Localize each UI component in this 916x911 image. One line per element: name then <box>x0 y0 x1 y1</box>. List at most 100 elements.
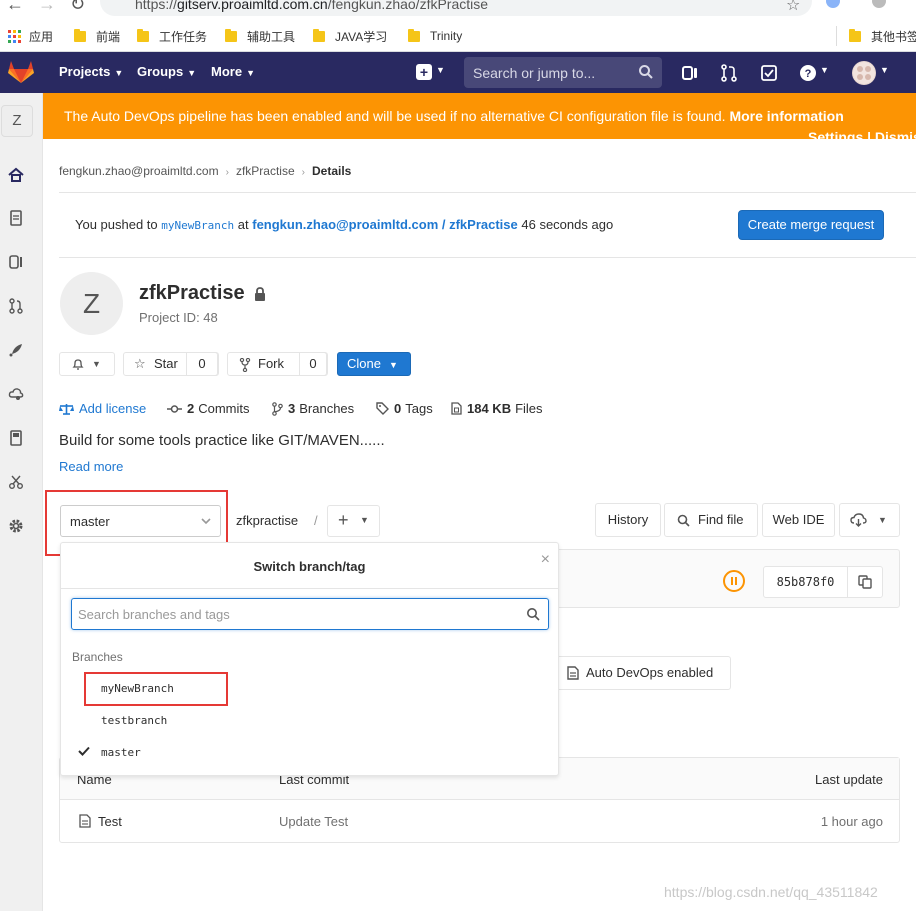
banner-settings-dismiss[interactable]: Settings | Dismiss <box>808 129 916 139</box>
browser-address-row: ← → ↻ https://gitserv.proaimltd.com.cn/f… <box>0 0 916 20</box>
tag-icon <box>376 402 389 415</box>
files-size-link[interactable]: 184 KB Files <box>451 401 543 416</box>
path-separator: / <box>314 513 318 528</box>
star-count[interactable]: 0 <box>186 352 218 376</box>
add-license-link[interactable]: Add license <box>59 401 146 416</box>
cloud-gear-icon[interactable] <box>8 386 24 402</box>
help-question-icon[interactable]: ? <box>799 64 817 82</box>
clone-button[interactable]: Clone ▼ <box>337 352 411 376</box>
bookmark-folder[interactable]: 工作任务 <box>137 26 207 46</box>
nav-projects[interactable]: Projects ▼ <box>59 64 123 79</box>
bookmark-star-icon[interactable]: ☆ <box>786 0 800 15</box>
repo-path-root[interactable]: zfkpractise <box>236 513 298 528</box>
chevron-down-icon[interactable]: ▼ <box>880 65 889 75</box>
bookmark-folder[interactable]: Trinity <box>408 26 462 46</box>
branch-search-field[interactable] <box>71 598 549 630</box>
sidebar-project-avatar[interactable]: Z <box>1 105 33 137</box>
extension-icon[interactable] <box>826 0 840 8</box>
tags-link[interactable]: 0 Tags <box>376 401 433 416</box>
user-avatar[interactable] <box>852 61 876 85</box>
home-icon[interactable] <box>8 167 24 183</box>
breadcrumb-current[interactable]: Details <box>312 164 351 178</box>
file-last-update: 1 hour ago <box>820 814 883 829</box>
settings-gear-icon[interactable] <box>8 518 24 534</box>
add-file-button[interactable]: + ▼ <box>327 505 380 537</box>
avatar-pattern-icon <box>853 62 875 84</box>
branch-search-input[interactable] <box>78 605 508 623</box>
watermark: https://blog.csdn.net/qq_43511842 <box>664 884 878 900</box>
chevron-down-icon: ▼ <box>92 359 101 369</box>
more-information-link[interactable]: More information <box>729 108 843 124</box>
bookmark-folder[interactable]: 前端 <box>74 26 120 46</box>
push-target-link[interactable]: fengkun.zhao@proaimltd.com / zfkPractise <box>252 217 518 232</box>
branch-item-selected[interactable]: master <box>101 746 141 759</box>
commits-link[interactable]: 2 Commits <box>167 401 250 416</box>
web-ide-button[interactable]: Web IDE <box>762 503 835 537</box>
svg-text:?: ? <box>805 68 812 80</box>
branch-icon <box>272 401 283 416</box>
chevron-down-icon: ▼ <box>388 360 398 370</box>
pushed-branch-link[interactable]: myNewBranch <box>161 219 234 232</box>
push-notice-text: You pushed to myNewBranch at fengkun.zha… <box>75 217 614 232</box>
nav-more[interactable]: More ▼ <box>211 64 255 79</box>
breadcrumb-owner[interactable]: fengkun.zhao@proaimltd.com <box>59 164 219 178</box>
search-icon <box>677 514 690 527</box>
issues-panel-icon[interactable] <box>681 64 699 82</box>
table-row[interactable]: Test Update Test 1 hour ago <box>60 800 899 842</box>
branches-link[interactable]: 3 Branches <box>272 401 354 416</box>
chevron-down-icon[interactable]: ▼ <box>820 65 829 75</box>
bell-icon <box>72 359 84 370</box>
project-sidebar: Z <box>0 93 43 911</box>
merge-request-icon[interactable] <box>720 64 738 82</box>
chevron-down-icon: ▼ <box>246 68 255 78</box>
commit-sha[interactable]: 85b878f0 <box>763 566 848 598</box>
pipeline-paused-icon[interactable] <box>723 570 745 592</box>
reload-icon[interactable]: ↻ <box>70 0 85 15</box>
chevron-right-icon: › <box>225 167 229 178</box>
forward-arrow-icon[interactable]: → <box>38 0 56 15</box>
fork-button[interactable]: Fork 0 <box>227 352 328 376</box>
chevron-down-icon: ▼ <box>114 68 124 78</box>
global-search-input[interactable]: Search or jump to... <box>464 57 662 88</box>
breadcrumb-project[interactable]: zfkPractise <box>236 164 295 178</box>
repository-doc-icon[interactable] <box>8 210 24 226</box>
history-button[interactable]: History <box>595 503 661 537</box>
bookmark-folder[interactable]: 辅助工具 <box>225 26 295 46</box>
find-file-button[interactable]: Find file <box>664 503 758 537</box>
back-arrow-icon[interactable]: ← <box>6 0 24 15</box>
file-name-link[interactable]: Test <box>98 814 122 829</box>
chevron-down-icon: ▼ <box>878 515 887 525</box>
apps-grid-icon <box>8 29 21 43</box>
notification-button[interactable]: ▼ <box>59 352 115 376</box>
rocket-icon[interactable] <box>8 342 24 358</box>
project-id: Project ID: 48 <box>139 310 218 325</box>
url-text[interactable]: https://gitserv.proaimltd.com.cn/fengkun… <box>135 0 488 12</box>
todo-check-icon[interactable] <box>760 64 778 82</box>
column-last-update: Last update <box>815 772 883 787</box>
issues-icon[interactable] <box>8 254 24 270</box>
branch-item[interactable]: testbranch <box>101 714 167 727</box>
gitlab-header: Projects ▼ Groups ▼ More ▼ + ▼ Search or ju… <box>0 52 916 93</box>
create-merge-request-button[interactable]: Create merge request <box>738 210 884 240</box>
profile-icon[interactable] <box>872 0 886 8</box>
wiki-book-icon[interactable] <box>8 430 24 446</box>
nav-groups[interactable]: Groups ▼ <box>137 64 196 79</box>
bookmark-other[interactable]: 其他书签 <box>836 26 916 46</box>
bookmark-folder[interactable]: JAVA学习 <box>313 26 387 46</box>
bookmark-apps[interactable]: 应用 <box>8 26 53 46</box>
copy-sha-button[interactable] <box>847 566 883 598</box>
fork-count[interactable]: 0 <box>299 352 327 376</box>
star-button[interactable]: ☆ Star 0 <box>123 352 219 376</box>
read-more-link[interactable]: Read more <box>59 459 123 474</box>
download-button[interactable]: ▼ <box>839 503 900 537</box>
auto-devops-enabled-button[interactable]: Auto DevOps enabled <box>555 656 731 690</box>
lock-icon <box>255 287 265 301</box>
highlight-box <box>84 672 228 706</box>
gitlab-logo-icon[interactable] <box>8 60 34 84</box>
chevron-down-icon[interactable]: ▼ <box>436 65 445 75</box>
file-commit-message[interactable]: Update Test <box>279 814 348 829</box>
new-item-plus-icon[interactable]: + <box>416 64 432 80</box>
snippets-scissors-icon[interactable] <box>8 474 24 490</box>
merge-requests-icon[interactable] <box>8 298 24 314</box>
close-icon[interactable]: × <box>541 551 550 569</box>
